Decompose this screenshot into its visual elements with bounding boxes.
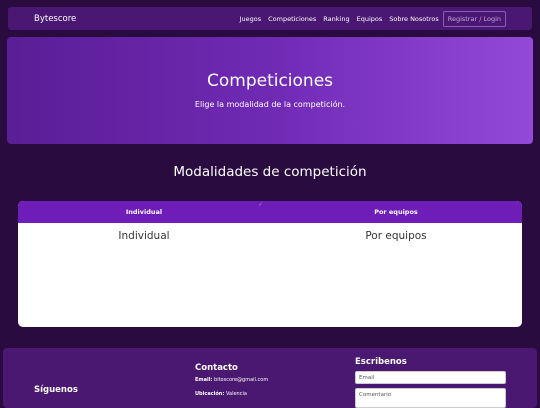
contact-heading: Contacto bbox=[195, 363, 238, 373]
nav-links: Juegos Competiciones Ranking Equipos Sob… bbox=[233, 10, 532, 27]
page-title: Competiciones bbox=[206, 71, 334, 91]
tab-divider-mark: ✓ bbox=[258, 201, 264, 208]
email-input[interactable]: Email bbox=[355, 371, 506, 384]
contact-email: Email: bitoscore@gmail.com bbox=[195, 377, 268, 383]
tabs-header: Individual Por equipos bbox=[18, 201, 522, 223]
location-value: Valencia bbox=[225, 391, 247, 397]
nav-link-sobre-nosotros[interactable]: Sobre Nosotros bbox=[389, 15, 438, 23]
footer: Síguenos Contacto Email: bitoscore@gmail… bbox=[3, 348, 537, 408]
tab-individual[interactable]: Individual bbox=[18, 201, 270, 223]
write-us-heading: Escribenos bbox=[355, 357, 407, 367]
modalities-card: Individual Por equipos ✓ Individual Por … bbox=[18, 201, 522, 327]
nav-link-juegos[interactable]: Juegos bbox=[240, 15, 262, 23]
tab-por-equipos[interactable]: Por equipos bbox=[270, 201, 522, 223]
follow-heading: Síguenos bbox=[34, 385, 78, 395]
navbar: Bytescore Juegos Competiciones Ranking E… bbox=[8, 7, 532, 30]
login-button[interactable]: Registrar / Login bbox=[442, 10, 506, 27]
nav-link-ranking[interactable]: Ranking bbox=[323, 15, 349, 23]
tab-content-row: Individual Por equipos bbox=[18, 223, 522, 242]
nav-link-equipos[interactable]: Equipos bbox=[357, 15, 383, 23]
contact-location: Ubicación: Valencia bbox=[195, 391, 247, 397]
email-value[interactable]: bitoscore@gmail.com bbox=[214, 377, 268, 383]
section-title: Modalidades de competición bbox=[173, 164, 367, 180]
email-label: Email: bbox=[195, 377, 213, 383]
brand-logo[interactable]: Bytescore bbox=[34, 14, 76, 24]
tab-content-por-equipos[interactable]: Por equipos bbox=[270, 230, 522, 242]
page-subtitle: Elige la modalidad de la competición. bbox=[194, 100, 346, 109]
location-label: Ubicación: bbox=[195, 391, 225, 397]
nav-link-competiciones[interactable]: Competiciones bbox=[268, 15, 316, 23]
comment-input[interactable]: Comentario bbox=[355, 388, 506, 408]
tab-content-individual[interactable]: Individual bbox=[18, 230, 270, 242]
hero-banner: Competiciones Elige la modalidad de la c… bbox=[7, 37, 533, 144]
